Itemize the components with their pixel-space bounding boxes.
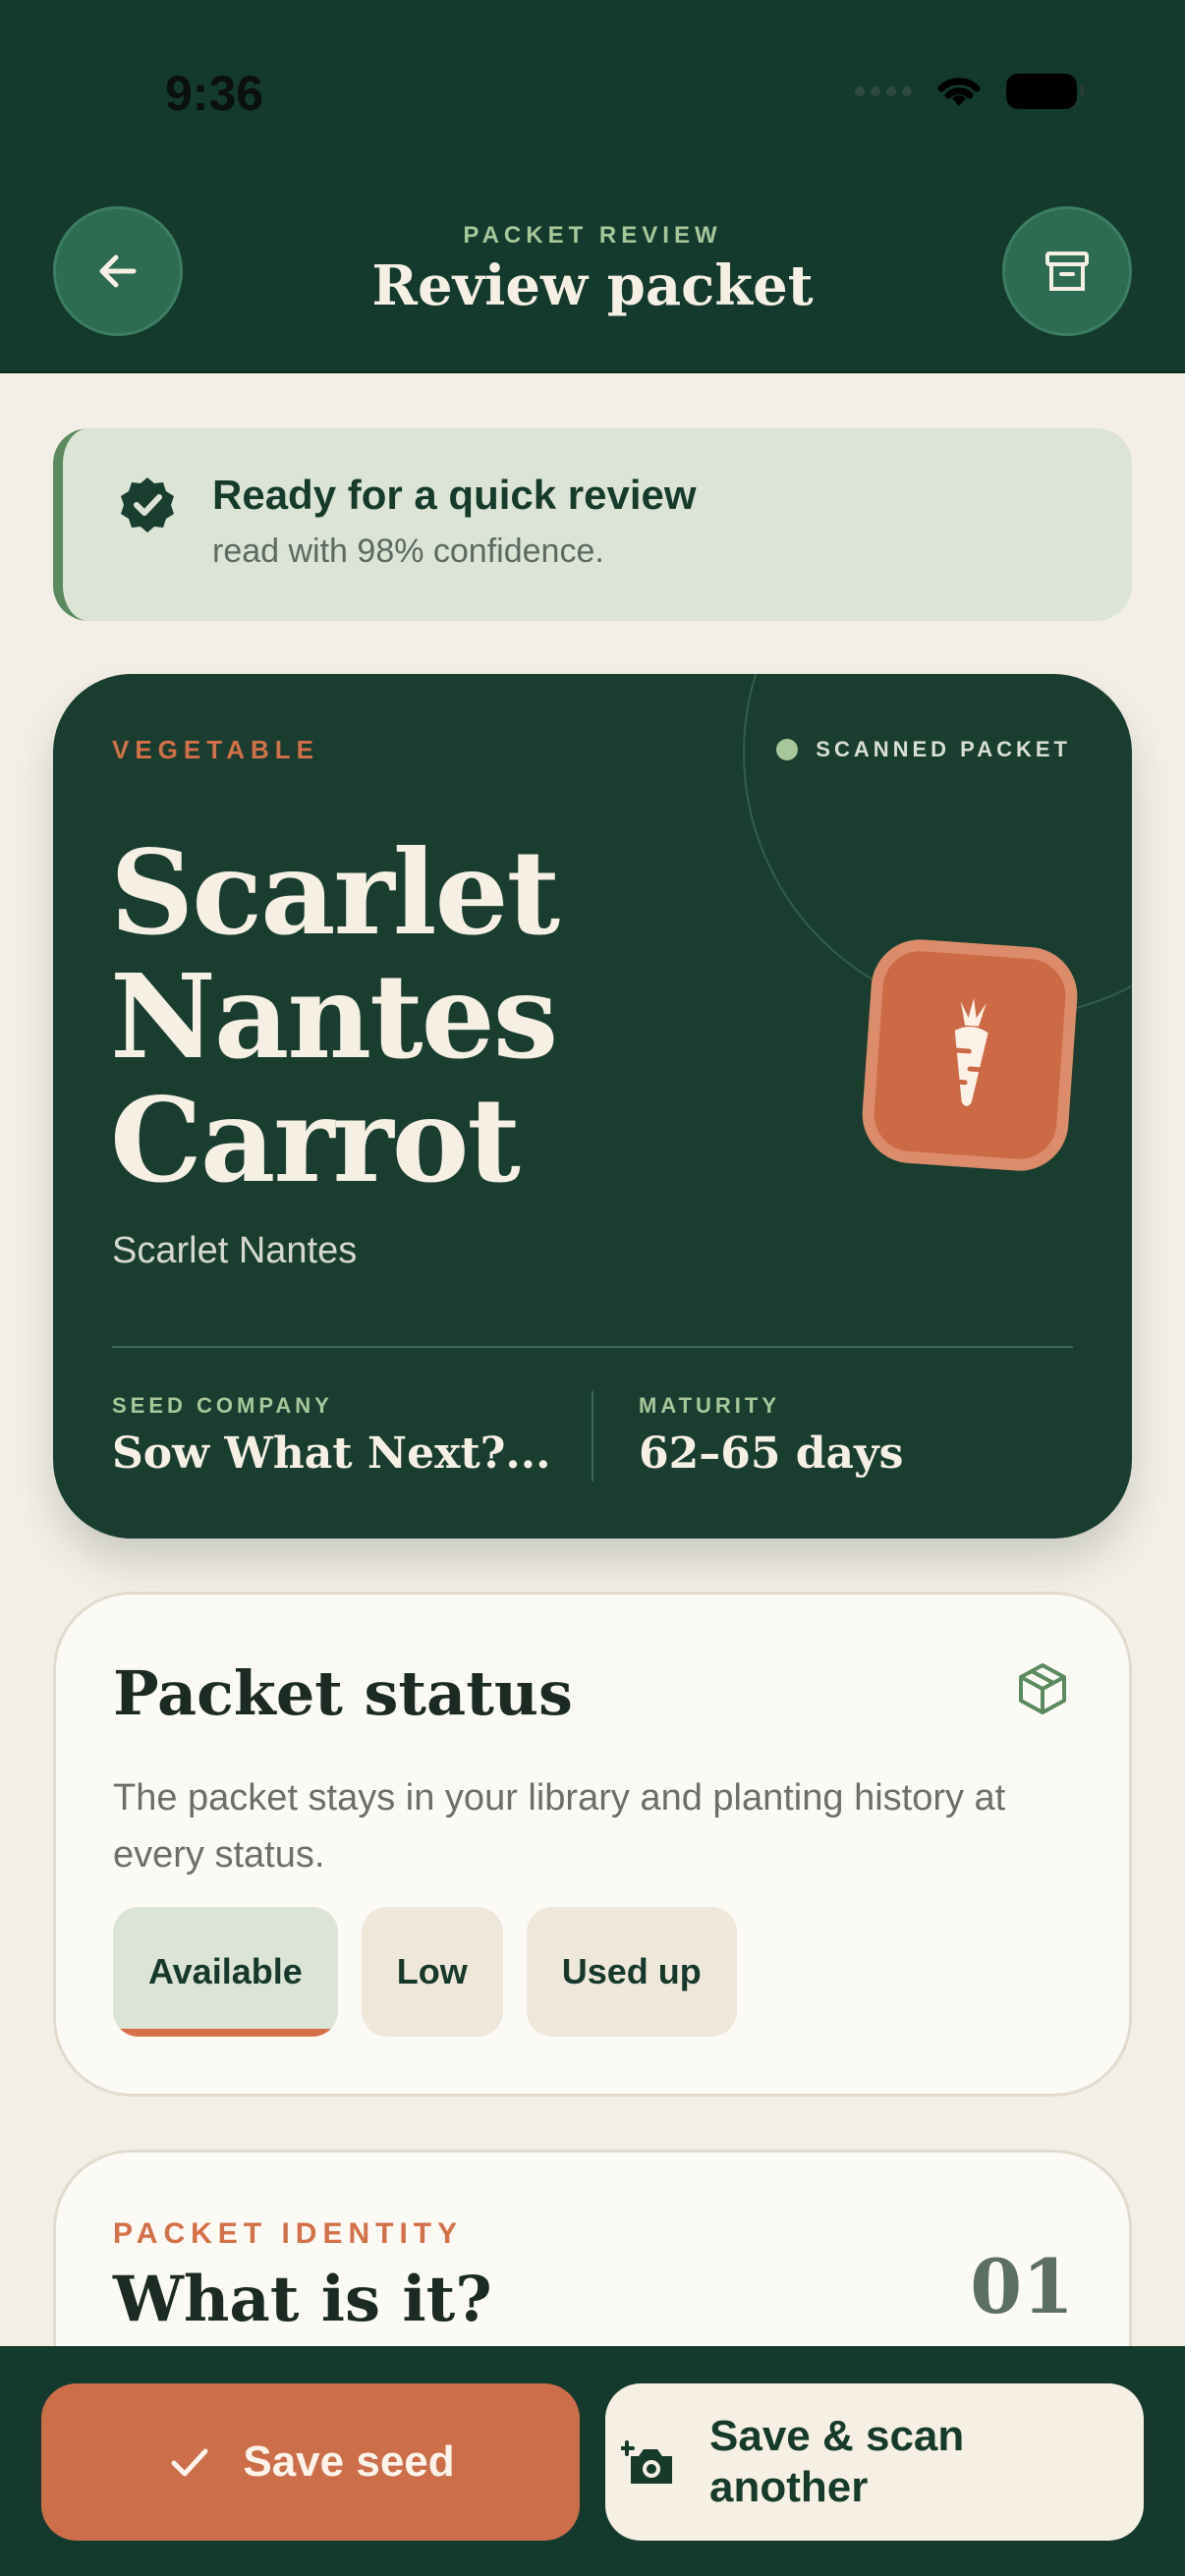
maturity-label: MATURITY [639,1393,781,1418]
verified-badge-icon [121,477,174,532]
package-icon [1019,1663,1066,1714]
status-time: 9:36 [165,66,264,121]
scanned-packet-tag: SCANNED PACKET [776,737,1071,762]
status-option-available[interactable]: Available [113,1907,338,2037]
seed-company-value: Sow What Next?... [112,1428,551,1479]
identity-eyebrow: PACKET IDENTITY [113,2217,464,2250]
status-option-used-up[interactable]: Used up [526,1907,737,2037]
plant-type-label: VEGETABLE [112,735,319,764]
packet-status-card: Packet status The packet stays in your l… [53,1592,1132,2097]
status-card-title: Packet status [113,1657,573,1729]
save-and-scan-label: Save & scan another [709,2412,965,2511]
review-banner: Ready for a quick review read with 98% c… [53,428,1132,621]
bottom-action-bar: Save seed Save & scan another [0,2346,1185,2576]
identity-title: What is it? [113,2263,492,2336]
section-number: 01 [970,2243,1074,2330]
archive-box-icon [1045,252,1089,291]
packet-hero-card: VEGETABLE SCANNED PACKET Scarlet Nantes … [53,674,1132,1539]
save-seed-label: Save seed [243,2437,455,2486]
seed-variety: Scarlet Nantes [112,1230,358,1271]
battery-icon [1006,74,1084,109]
save-and-scan-button[interactable]: Save & scan another [605,2383,1144,2541]
top-header: 9:36 PACKET REVIEW Review packet [0,0,1185,373]
banner-title: Ready for a quick review [212,472,697,518]
banner-subtitle: read with 98% confidence. [212,532,604,570]
meta-divider [592,1391,593,1482]
camera-add-icon [621,2440,672,2484]
maturity-value: 62–65 days [639,1428,904,1479]
seed-company-label: SEED COMPANY [112,1393,333,1418]
checkmark-icon [171,2448,208,2477]
archive-button[interactable] [1002,206,1132,336]
wifi-icon [937,78,981,106]
seed-name: Scarlet Nantes Carrot [110,824,560,1208]
status-options: Available Low Used up [113,1907,737,2037]
status-description: The packet stays in your library and pla… [113,1777,1006,1876]
plant-icon-badge [859,935,1081,1175]
save-seed-button[interactable]: Save seed [41,2383,580,2541]
cellular-signal-icon [855,86,912,96]
status-option-low[interactable]: Low [361,1907,503,2037]
carrot-icon [954,998,988,1106]
hero-divider [112,1346,1073,1348]
status-dot [776,739,799,760]
status-icons [855,73,1084,110]
scanned-packet-label: SCANNED PACKET [816,737,1071,761]
